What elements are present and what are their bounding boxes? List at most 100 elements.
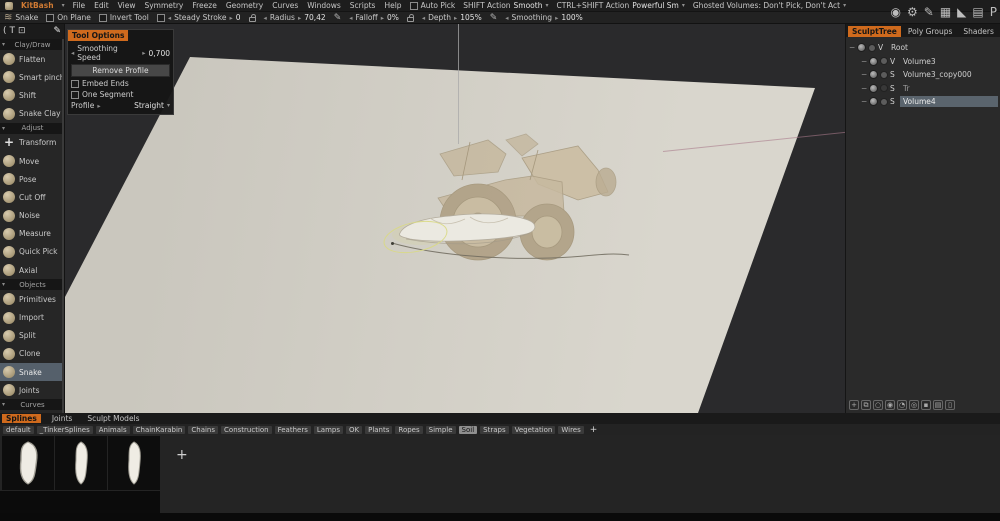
slider-left-icon[interactable]: ◂ [349,14,352,22]
profile-dropdown[interactable]: Profile ▸ Straight ▾ [68,100,173,111]
menu-item[interactable]: Geometry [226,1,263,10]
slider-left-icon[interactable]: ◂ [264,14,267,22]
menu-item[interactable]: Freeze [192,1,216,10]
tool-item[interactable]: Measure [0,225,64,243]
ghost-toggle-icon[interactable] [868,44,876,52]
chevron-down-icon[interactable]: ▾ [62,2,65,9]
smoothing-speed-slider[interactable]: ◂ Smoothing Speed ▸ 0,700 [68,43,173,63]
text-tool-icon[interactable]: T [10,27,16,36]
spline-category-tab[interactable]: Vegetation [512,426,556,434]
stencil-box-icon[interactable]: ⊡ [18,27,26,36]
spline-category-tab[interactable]: Feathers [275,426,311,434]
depth-value[interactable]: 105% [460,13,481,22]
embed-ends-checkbox[interactable]: Embed Ends [68,78,173,89]
menu-item[interactable]: Edit [94,1,109,10]
slider-left-icon[interactable]: ◂ [422,14,425,22]
tool-item[interactable]: Noise [0,207,64,225]
menu-item[interactable]: Help [384,1,401,10]
menu-item[interactable]: Curves [272,1,298,10]
slider-left-icon[interactable]: ◂ [168,14,171,22]
delete-icon[interactable]: ▯ [945,400,955,410]
tool-item[interactable]: Adjust [0,123,64,134]
spline-category-tab[interactable]: Ropes [395,426,422,434]
tree-item-volume4[interactable]: − S Volume4 [849,95,1000,109]
visibility-icon[interactable] [869,84,878,93]
target-icon[interactable]: ◎ [909,400,919,410]
collapse-icon[interactable]: − [861,57,867,66]
settings-gear-icon[interactable]: ⚙ [907,6,918,18]
spline-category-tab[interactable]: _TinkerSplines [37,426,93,434]
tab-poly-groups[interactable]: Poly Groups [904,26,957,37]
tool-item[interactable]: Snake [0,363,64,381]
tool-options-tab[interactable]: Tool Options [68,30,128,41]
list-icon[interactable]: ▤ [933,400,943,410]
ghosted-volumes-combo[interactable]: Ghosted Volumes: Don't Pick, Don't Act ▾ [693,1,846,10]
on-plane-toggle[interactable]: On Plane [46,13,91,22]
kitbash-menu[interactable]: KitBash [21,1,54,10]
volume-name[interactable]: Tr [900,83,998,94]
paint-mode-icon[interactable]: P [990,6,997,18]
spline-category-tab[interactable]: Plants [365,426,392,434]
menu-item[interactable]: File [73,1,86,10]
ghost-toggle-icon[interactable] [880,84,888,92]
smoothing-speed-value[interactable]: 0,700 [149,49,170,58]
spline-category-tab[interactable]: Soil [459,426,478,434]
tool-item[interactable]: Curves [0,399,64,410]
visibility-icon[interactable] [869,57,878,66]
radius-value[interactable]: 70,42 [304,13,325,22]
tool-item[interactable]: Objects [0,279,64,290]
brush-stroke-icon[interactable]: ✎ [924,6,934,18]
tree-item-volume3-copy000[interactable]: − S Volume3_copy000 [849,68,1000,82]
duplicate-icon[interactable]: ⧉ [861,400,871,410]
tool-item[interactable]: Clay/Draw [0,39,64,50]
menu-item[interactable]: Symmetry [144,1,183,10]
slider-right-icon[interactable]: ▸ [142,49,145,57]
sphere-icon[interactable]: ○ [873,400,883,410]
tool-item[interactable]: Pose [0,170,64,188]
tab-splines[interactable]: Splines [2,414,41,423]
ghost-toggle-icon[interactable] [880,98,888,106]
tool-item[interactable]: Move [0,152,64,170]
spline-category-tab[interactable]: default [3,426,34,434]
ghost-toggle-icon[interactable] [880,71,888,79]
add-volume-icon[interactable]: + [849,400,859,410]
spline-category-tab[interactable]: ChainKarabin [133,426,186,434]
tool-item[interactable]: Smart pinch [0,68,64,86]
spline-category-tab[interactable]: Animals [96,426,130,434]
add-category-tab[interactable]: + [587,425,601,435]
radius-slider[interactable]: ◂ Radius ▸ 70,42 [264,13,326,22]
steady-stroke-value[interactable]: 0 [236,13,241,22]
pots-icon[interactable]: ▤ [972,6,983,18]
tab-sculpttree[interactable]: SculptTree [848,26,901,37]
tool-item[interactable]: Joints [0,381,64,399]
spline-category-tab[interactable]: Construction [221,426,272,434]
volume-name[interactable]: Volume3 [900,56,998,67]
volume-name[interactable]: Root [888,42,998,53]
collapse-icon[interactable]: − [861,70,867,79]
steady-stroke-slider[interactable]: ◂ Steady Stroke ▸ 0 [157,13,241,22]
menu-item[interactable]: Scripts [350,1,376,10]
smoothing-value[interactable]: 100% [561,13,582,22]
soil-spline-preset-2[interactable] [55,436,107,490]
smoothing-slider[interactable]: ◂ Smoothing ▸ 100% [505,13,583,22]
ghost-toggle-icon[interactable] [880,57,888,65]
falloff-value[interactable]: 0% [387,13,399,22]
spline-category-tab[interactable]: Chains [188,426,218,434]
spline-category-tab[interactable]: Lamps [314,426,343,434]
tab-joints[interactable]: Joints [48,414,77,423]
ctrlshift-action-combo[interactable]: CTRL+SHIFT Action Powerful Sm ▾ [557,1,685,10]
tool-item[interactable]: Transform [0,134,64,152]
tool-item[interactable]: Axial [0,261,64,279]
pour-material-icon[interactable]: ◣ [957,6,966,18]
invert-tool-toggle[interactable]: Invert Tool [99,13,149,22]
slider-right-icon[interactable]: ▸ [555,14,558,22]
depth-slider[interactable]: ◂ Depth ▸ 105% [422,13,482,22]
tree-item-volume3[interactable]: − V Volume3 [849,55,1000,69]
tool-item[interactable]: Flatten [0,50,64,68]
pen-pressure-icon[interactable]: ✎ [490,13,498,23]
slider-left-icon[interactable]: ◂ [505,14,508,22]
volume-name[interactable]: Volume4 [900,96,998,107]
tool-item[interactable]: Primitives [0,290,64,308]
visibility-icon[interactable] [857,43,866,52]
viewport[interactable] [65,24,845,413]
